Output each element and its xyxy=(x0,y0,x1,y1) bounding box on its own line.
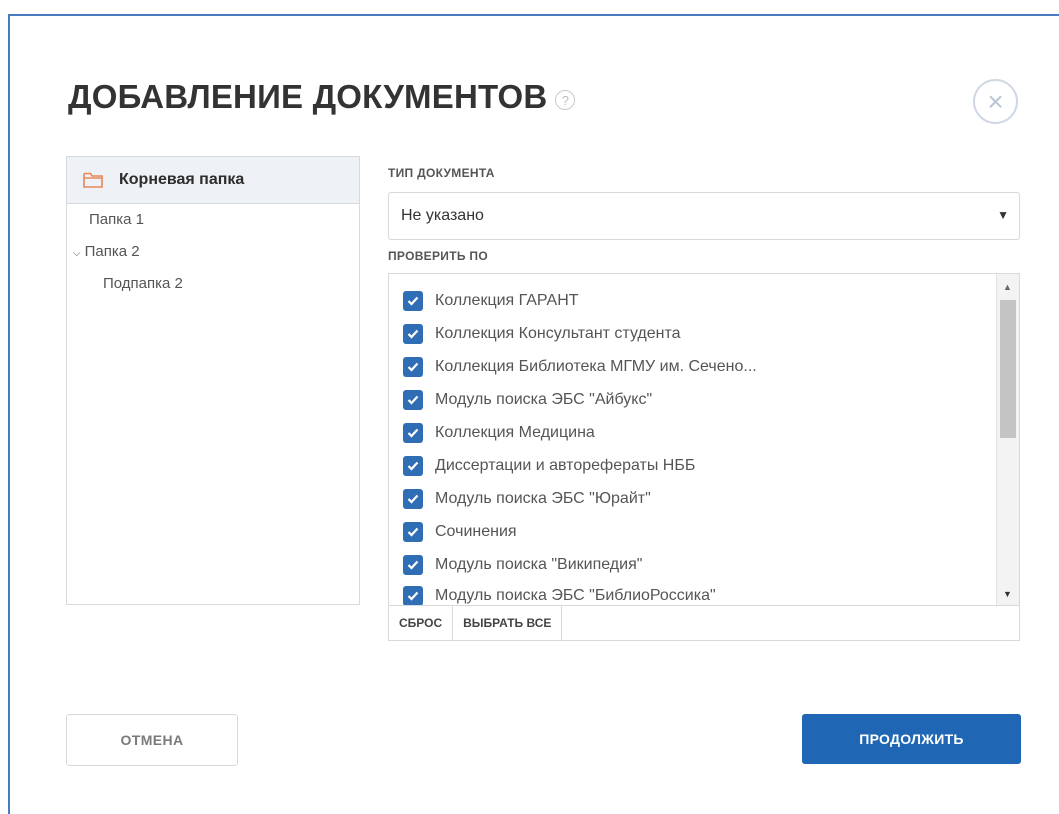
doc-type-value: Не указано xyxy=(401,207,484,224)
list-item[interactable]: Модуль поиска ЭБС "Айбукс" xyxy=(403,390,652,410)
checkmark-icon xyxy=(407,527,419,537)
help-icon[interactable]: ? xyxy=(555,90,576,110)
scrollbar-thumb[interactable] xyxy=(1000,300,1016,438)
list-item-label: Коллекция ГАРАНТ xyxy=(435,292,579,309)
list-item[interactable]: Коллекция ГАРАНТ xyxy=(403,291,579,311)
list-item-label: Модуль поиска ЭБС "БиблиоРоссика" xyxy=(435,587,716,604)
tree-item-subfolder-2[interactable]: Подпапка 2 xyxy=(103,275,183,292)
checkmark-icon xyxy=(407,296,419,306)
doc-type-select[interactable]: Не указано ▼ xyxy=(388,192,1020,240)
checkbox-checked[interactable] xyxy=(403,586,423,605)
list-item[interactable]: Коллекция Библиотека МГМУ им. Сечено... xyxy=(403,357,757,377)
tree-item-folder-1[interactable]: Папка 1 xyxy=(89,211,144,228)
list-item[interactable]: Коллекция Медицина xyxy=(403,423,595,443)
checkbox-checked[interactable] xyxy=(403,555,423,575)
window-frame-top xyxy=(8,14,1059,16)
tree-item-label: Подпапка 2 xyxy=(103,275,183,292)
list-item-label: Модуль поиска ЭБС "Юрайт" xyxy=(435,490,651,507)
tree-item-folder-2[interactable]: ⌵ Папка 2 xyxy=(73,243,140,260)
checkbox-checked[interactable] xyxy=(403,291,423,311)
list-item[interactable]: Модуль поиска "Википедия" xyxy=(403,555,642,575)
checkbox-checked[interactable] xyxy=(403,390,423,410)
checkbox-checked[interactable] xyxy=(403,522,423,542)
select-all-button[interactable]: ВЫБРАТЬ ВСЕ xyxy=(453,606,563,640)
list-item[interactable]: Диссертации и авторефераты НББ xyxy=(403,456,695,476)
chevron-down-icon[interactable]: ⌵ xyxy=(73,248,81,259)
list-item-label: Коллекция Библиотека МГМУ им. Сечено... xyxy=(435,358,757,375)
checkbox-checked[interactable] xyxy=(403,324,423,344)
list-item[interactable]: Модуль поиска ЭБС "БиблиоРоссика" xyxy=(403,586,716,605)
folder-tree: Корневая папка Папка 1 ⌵ Папка 2 Подпапка… xyxy=(66,156,360,605)
dialog-header: ДОБАВЛЕНИЕ ДОКУМЕНТОВ ? xyxy=(68,78,576,116)
list-item-label: Модуль поиска ЭБС "Айбукс" xyxy=(435,391,653,408)
list-item[interactable]: Модуль поиска ЭБС "Юрайт" xyxy=(403,489,651,509)
checklist-scrollbar[interactable]: ▲ ▼ xyxy=(996,274,1019,605)
scroll-down-icon[interactable]: ▼ xyxy=(1003,589,1012,599)
dialog-title: ДОБАВЛЕНИЕ ДОКУМЕНТОВ xyxy=(68,78,548,115)
checkmark-icon xyxy=(407,362,419,372)
doc-type-label: ТИП ДОКУМЕНТА xyxy=(388,166,495,180)
dropdown-arrow-icon: ▼ xyxy=(997,208,1009,222)
continue-button[interactable]: ПРОДОЛЖИТЬ xyxy=(802,714,1021,764)
checkbox-checked[interactable] xyxy=(403,357,423,377)
checkmark-icon xyxy=(407,428,419,438)
tree-item-label: Папка 2 xyxy=(84,243,140,260)
tree-item-label: Папка 1 xyxy=(89,211,144,228)
tree-root-folder[interactable]: Корневая папка xyxy=(67,157,359,204)
list-item[interactable]: Коллекция Консультант студента xyxy=(403,324,681,344)
checkbox-checked[interactable] xyxy=(403,489,423,509)
list-item[interactable]: Сочинения xyxy=(403,522,517,542)
list-item-label: Модуль поиска "Википедия" xyxy=(435,556,643,573)
checkmark-icon xyxy=(407,591,419,601)
checkmark-icon xyxy=(407,329,419,339)
checkbox-checked[interactable] xyxy=(403,456,423,476)
reset-button[interactable]: СБРОС xyxy=(389,606,454,640)
checkbox-checked[interactable] xyxy=(403,423,423,443)
list-item-label: Сочинения xyxy=(435,523,517,540)
close-button[interactable]: × xyxy=(973,79,1018,124)
cancel-button[interactable]: ОТМЕНА xyxy=(66,714,238,766)
tree-root-label: Корневая папка xyxy=(119,171,245,188)
list-item-label: Диссертации и авторефераты НББ xyxy=(435,457,696,474)
checkmark-icon xyxy=(407,494,419,504)
list-item-label: Коллекция Консультант студента xyxy=(435,325,681,342)
close-icon: × xyxy=(987,85,1004,117)
list-item-label: Коллекция Медицина xyxy=(435,424,595,441)
check-by-label: ПРОВЕРИТЬ ПО xyxy=(388,249,488,263)
checkmark-icon xyxy=(407,395,419,405)
scroll-up-icon[interactable]: ▲ xyxy=(1003,282,1012,292)
checkmark-icon xyxy=(407,560,419,570)
checklist-actions: СБРОС ВЫБРАТЬ ВСЕ xyxy=(388,606,1020,641)
folder-icon xyxy=(83,172,103,188)
window-frame-left xyxy=(8,14,10,814)
source-checklist: Коллекция ГАРАНТ Коллекция Консультант с… xyxy=(388,273,1020,606)
checkmark-icon xyxy=(407,461,419,471)
